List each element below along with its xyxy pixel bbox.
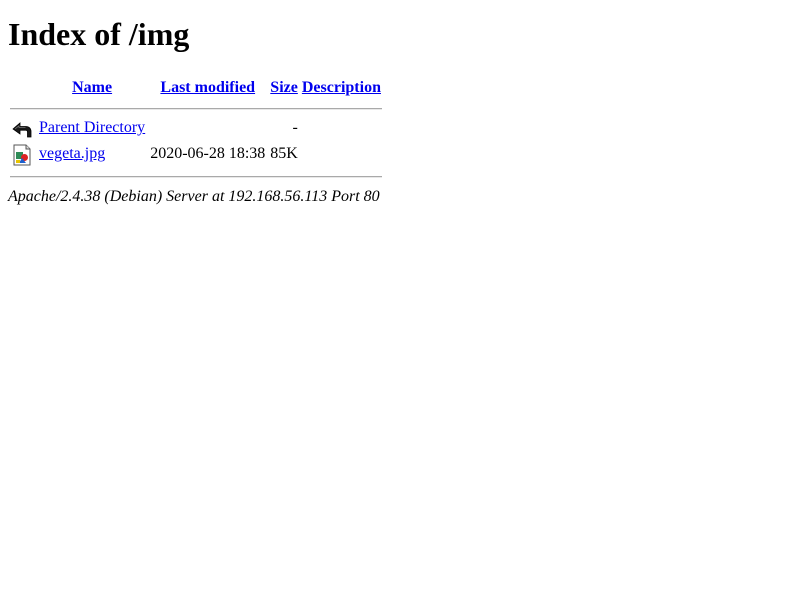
- table-row: Parent Directory -: [10, 118, 382, 142]
- row-size-cell: 85K: [270, 145, 298, 162]
- header-separator-row: [10, 102, 382, 116]
- sort-by-name-link[interactable]: Name: [72, 79, 112, 96]
- row-icon-cell: [10, 144, 36, 168]
- row-description-cell: [301, 144, 382, 168]
- directory-listing-page: Index of /img Name Last modified Size De…: [0, 0, 800, 214]
- sort-by-description-link[interactable]: Description: [302, 79, 381, 96]
- row-size-cell: -: [292, 119, 298, 136]
- description-column-header[interactable]: Description: [301, 76, 382, 100]
- row-description-cell: [301, 118, 382, 142]
- row-name-cell[interactable]: Parent Directory: [38, 118, 146, 142]
- row-icon-cell: [10, 118, 36, 142]
- back-arrow-icon: [11, 118, 33, 140]
- table-header-row: Name Last modified Size Description: [10, 76, 382, 100]
- row-name-cell[interactable]: vegeta.jpg: [38, 144, 146, 168]
- file-link-vegeta[interactable]: vegeta.jpg: [39, 145, 105, 162]
- row-last-modified-cell: 2020-06-28 18:38: [150, 145, 266, 162]
- parent-directory-link[interactable]: Parent Directory: [39, 119, 145, 136]
- last-modified-column-header[interactable]: Last modified: [148, 76, 267, 100]
- header-separator: [10, 108, 382, 110]
- sort-by-last-modified-link[interactable]: Last modified: [160, 79, 255, 96]
- size-column-header[interactable]: Size: [269, 76, 299, 100]
- footer-separator-row: [10, 170, 382, 184]
- footer-separator: [10, 176, 382, 178]
- icon-header: [10, 76, 36, 100]
- sort-by-size-link[interactable]: Size: [270, 79, 298, 96]
- table-row: vegeta.jpg 2020-06-28 18:38 85K: [10, 144, 382, 168]
- file-table: Name Last modified Size Description Pare…: [8, 74, 384, 186]
- name-column-header[interactable]: Name: [38, 76, 146, 100]
- row-last-modified-cell: [148, 118, 267, 142]
- image-file-icon: [11, 144, 33, 166]
- server-signature: Apache/2.4.38 (Debian) Server at 192.168…: [8, 188, 380, 205]
- page-title: Index of /img: [8, 16, 190, 52]
